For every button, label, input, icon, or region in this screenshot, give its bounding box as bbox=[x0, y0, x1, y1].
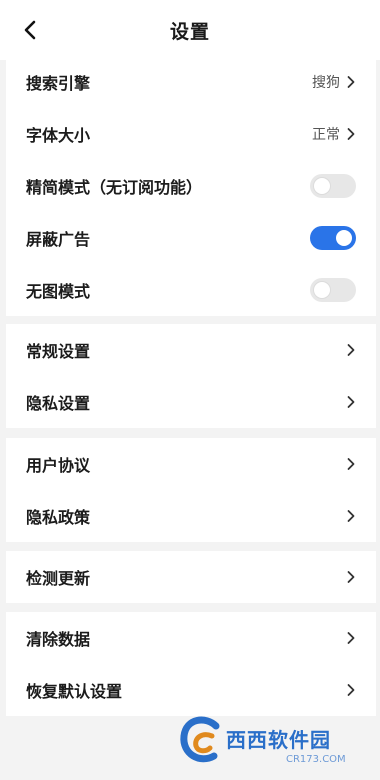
chevron-right-icon bbox=[347, 396, 355, 408]
settings-group-legal: 用户协议 隐私政策 bbox=[6, 438, 376, 542]
privacy-settings-row[interactable]: 隐私设置 bbox=[6, 376, 376, 428]
user-agreement-row[interactable]: 用户协议 bbox=[6, 438, 376, 490]
check-update-label: 检测更新 bbox=[26, 569, 91, 588]
general-settings-label: 常规设置 bbox=[26, 342, 91, 361]
chevron-right-icon bbox=[347, 571, 355, 583]
clear-data-label: 清除数据 bbox=[26, 630, 91, 649]
restore-defaults-row[interactable]: 恢复默认设置 bbox=[6, 664, 376, 716]
general-settings-row[interactable]: 常规设置 bbox=[6, 324, 376, 376]
settings-group-data: 清除数据 恢复默认设置 bbox=[6, 612, 376, 716]
simple-mode-label: 精简模式（无订阅功能） bbox=[26, 178, 203, 197]
toggle-knob bbox=[336, 230, 352, 246]
watermark-subtext: CR173.COM bbox=[286, 754, 346, 765]
top-bar: 设置 bbox=[0, 0, 380, 60]
restore-defaults-label: 恢复默认设置 bbox=[26, 682, 123, 701]
user-agreement-label: 用户协议 bbox=[26, 456, 91, 475]
back-button[interactable] bbox=[14, 14, 46, 46]
chevron-right-icon bbox=[347, 684, 355, 696]
toggle-knob bbox=[314, 178, 330, 194]
page-title: 设置 bbox=[169, 20, 210, 43]
block-ads-toggle[interactable] bbox=[310, 226, 356, 250]
search-engine-row[interactable]: 搜索引擎 搜狗 bbox=[6, 56, 376, 108]
block-ads-label: 屏蔽广告 bbox=[26, 230, 91, 249]
chevron-right-icon bbox=[347, 510, 355, 522]
font-size-row[interactable]: 字体大小 正常 bbox=[6, 108, 376, 160]
chevron-right-icon bbox=[347, 344, 355, 356]
font-size-label: 字体大小 bbox=[26, 126, 91, 145]
no-image-mode-toggle[interactable] bbox=[310, 278, 356, 302]
settings-group-update: 检测更新 bbox=[6, 551, 376, 603]
chevron-right-icon bbox=[347, 632, 355, 644]
privacy-policy-label: 隐私政策 bbox=[26, 508, 91, 527]
chevron-left-icon bbox=[24, 20, 36, 40]
chevron-right-icon bbox=[347, 76, 355, 88]
block-ads-row: 屏蔽广告 bbox=[6, 212, 376, 264]
toggle-knob bbox=[314, 282, 330, 298]
no-image-mode-label: 无图模式 bbox=[26, 282, 91, 301]
privacy-settings-label: 隐私设置 bbox=[26, 394, 91, 413]
simple-mode-row: 精简模式（无订阅功能） bbox=[6, 160, 376, 212]
check-update-row[interactable]: 检测更新 bbox=[6, 551, 376, 603]
search-engine-value: 搜狗 bbox=[312, 75, 340, 91]
settings-group-display: 搜索引擎 搜狗 字体大小 正常 精简模式（无订阅功能） 屏蔽广告 无图模式 bbox=[6, 56, 376, 316]
font-size-value: 正常 bbox=[312, 127, 340, 143]
watermark-text: 西西软件园 bbox=[226, 728, 331, 752]
clear-data-row[interactable]: 清除数据 bbox=[6, 612, 376, 664]
watermark-emblem-icon bbox=[180, 716, 220, 763]
chevron-right-icon bbox=[347, 128, 355, 140]
settings-group-general: 常规设置 隐私设置 bbox=[6, 324, 376, 428]
privacy-policy-row[interactable]: 隐私政策 bbox=[6, 490, 376, 542]
no-image-mode-row: 无图模式 bbox=[6, 264, 376, 316]
watermark-logo: 西西软件园 CR173.COM bbox=[176, 710, 372, 774]
simple-mode-toggle[interactable] bbox=[310, 174, 356, 198]
search-engine-label: 搜索引擎 bbox=[26, 74, 91, 93]
chevron-right-icon bbox=[347, 458, 355, 470]
